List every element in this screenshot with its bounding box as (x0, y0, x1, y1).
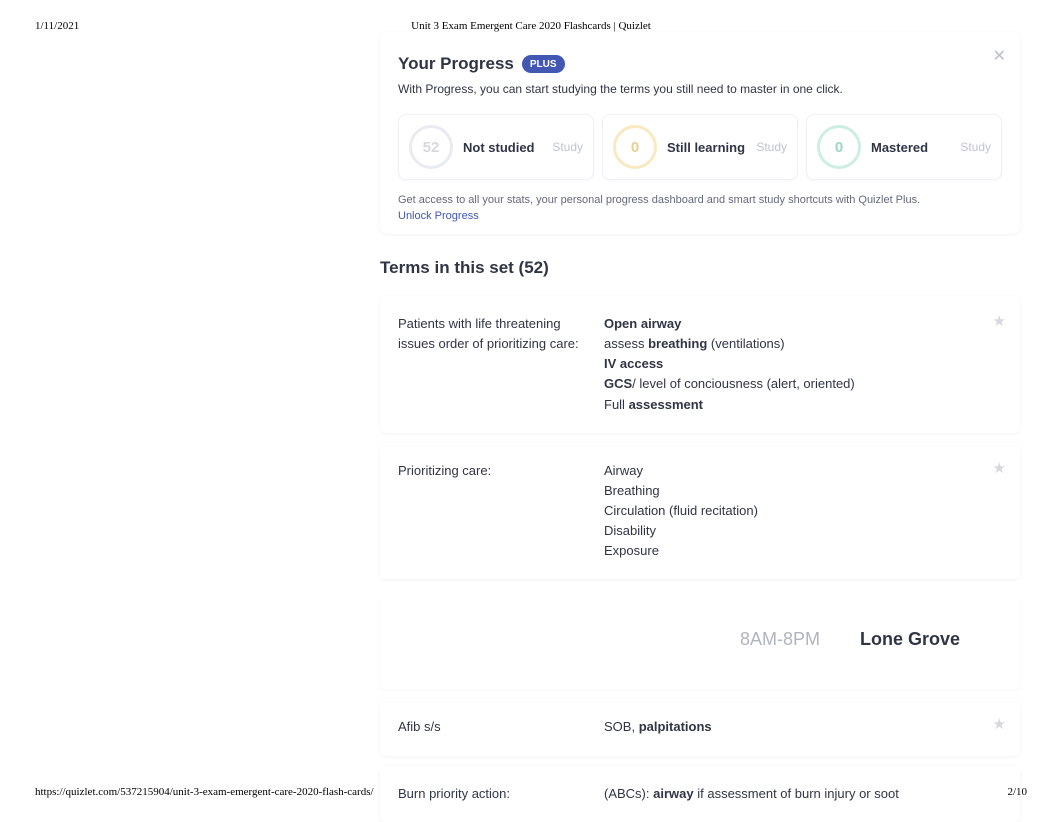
progress-title-row: Your Progress PLUS (398, 54, 1002, 74)
ad-hours: 8AM-8PM (740, 629, 820, 650)
flashcard-row[interactable]: Burn priority action: (ABCs): airway if … (380, 766, 1020, 822)
progress-label: Mastered (871, 140, 960, 155)
star-icon[interactable]: ★ (993, 457, 1006, 480)
flashcard-row[interactable]: ★ Patients with life threatening issues … (380, 296, 1020, 433)
progress-card-mastered[interactable]: 0 Mastered Study (806, 114, 1002, 180)
print-page-number: 2/10 (1007, 786, 1027, 798)
upsell-text: Get access to all your stats, your perso… (398, 194, 1002, 206)
print-title: Unit 3 Exam Emergent Care 2020 Flashcard… (0, 20, 1062, 32)
flashcard-term: Burn priority action: (398, 784, 604, 804)
flashcard-term: Afib s/s (398, 717, 604, 737)
star-icon[interactable]: ★ (993, 713, 1006, 736)
flashcard-term: Patients with life threatening issues or… (398, 314, 604, 415)
terms-heading: Terms in this set (52) (380, 258, 1020, 278)
study-link[interactable]: Study (756, 140, 787, 154)
progress-subtitle: With Progress, you can start studying th… (398, 82, 1002, 96)
flashcard-row[interactable]: ★ Afib s/s SOB, palpitations (380, 699, 1020, 755)
progress-count: 52 (409, 125, 453, 169)
study-link[interactable]: Study (552, 140, 583, 154)
ad-location: Lone Grove (860, 629, 960, 650)
flashcard-definition: (ABCs): airway if assessment of burn inj… (604, 784, 976, 804)
progress-count: 0 (613, 125, 657, 169)
progress-label: Still learning (667, 140, 756, 155)
unlock-progress-link[interactable]: Unlock Progress (398, 210, 1002, 222)
flashcard-row[interactable]: ★ Prioritizing care: AirwayBreathingCirc… (380, 443, 1020, 580)
progress-count: 0 (817, 125, 861, 169)
ad-block: 8AM-8PM Lone Grove (380, 589, 1020, 689)
flashcard-definition: Open airwayassess breathing (ventilation… (604, 314, 976, 415)
your-progress-panel: ✕ Your Progress PLUS With Progress, you … (380, 32, 1020, 234)
progress-label: Not studied (463, 140, 552, 155)
close-icon[interactable]: ✕ (993, 46, 1006, 66)
flashcard-term: Prioritizing care: (398, 461, 604, 562)
print-url: https://quizlet.com/537215904/unit-3-exa… (35, 786, 374, 798)
plus-badge: PLUS (522, 55, 565, 73)
progress-card-not-studied[interactable]: 52 Not studied Study (398, 114, 594, 180)
flashcard-definition: AirwayBreathingCirculation (fluid recita… (604, 461, 976, 562)
study-link[interactable]: Study (960, 140, 991, 154)
flashcard-definition: SOB, palpitations (604, 717, 976, 737)
progress-cards: 52 Not studied Study 0 Still learning St… (398, 114, 1002, 180)
star-icon[interactable]: ★ (993, 310, 1006, 333)
progress-card-still-learning[interactable]: 0 Still learning Study (602, 114, 798, 180)
main-content: ✕ Your Progress PLUS With Progress, you … (380, 32, 1020, 822)
progress-title: Your Progress (398, 54, 514, 74)
